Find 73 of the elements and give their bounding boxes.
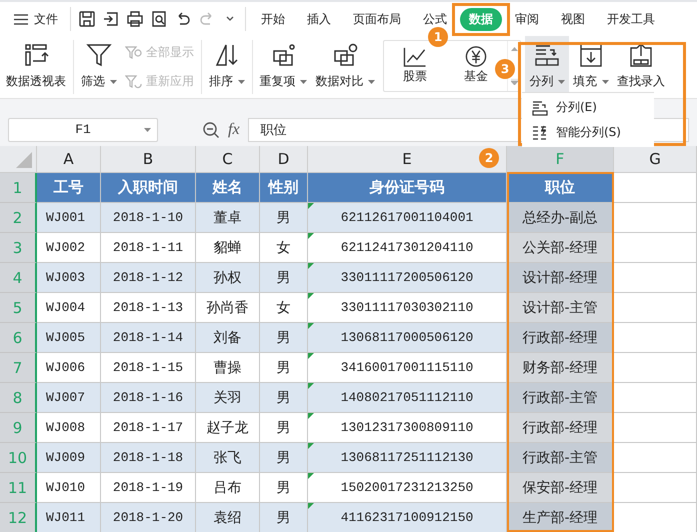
table-cell: WJ005 bbox=[37, 323, 101, 353]
table-cell: 62112617001104001 bbox=[308, 203, 507, 233]
table-cell: 2018-1-10 bbox=[101, 203, 196, 233]
header-cell: 姓名 bbox=[196, 173, 260, 203]
ribbon-tab[interactable]: 开发工具 bbox=[598, 8, 664, 30]
column-header[interactable]: D bbox=[260, 146, 308, 173]
header-cell: 职位 bbox=[507, 173, 614, 203]
data-compare-button[interactable]: 数据对比 bbox=[311, 36, 380, 98]
table-cell: 男 bbox=[260, 263, 308, 293]
table-cell: 公关部-经理 bbox=[507, 233, 614, 263]
table-cell: WJ009 bbox=[37, 443, 101, 473]
table-cell: 男 bbox=[260, 503, 308, 532]
table-cell: 孙权 bbox=[196, 263, 260, 293]
table-cell: 2018-1-16 bbox=[101, 383, 196, 413]
header-cell: 身份证号码 bbox=[308, 173, 507, 203]
fill-button[interactable]: 填充 bbox=[569, 36, 613, 98]
ribbon-tab[interactable]: 视图 bbox=[552, 8, 594, 30]
table-cell: WJ001 bbox=[37, 203, 101, 233]
column-header[interactable]: A bbox=[37, 146, 101, 173]
step-badge: 3 bbox=[495, 59, 515, 79]
table-cell: 行政部-主管 bbox=[507, 383, 614, 413]
table-cell: 男 bbox=[260, 443, 308, 473]
step-badge: 1 bbox=[428, 27, 448, 47]
table-cell: 13068117251112130 bbox=[308, 443, 507, 473]
table-cell: 袁绍 bbox=[196, 503, 260, 532]
table-cell: 行政部-主管 bbox=[507, 443, 614, 473]
column-header[interactable]: B bbox=[101, 146, 196, 173]
header-cell: 工号 bbox=[37, 173, 101, 203]
table-cell: 设计部-主管 bbox=[507, 293, 614, 323]
table-cell: 14080217051112110 bbox=[308, 383, 507, 413]
table-cell: WJ007 bbox=[37, 383, 101, 413]
table-cell: 13068117000506120 bbox=[308, 323, 507, 353]
table-cell: 男 bbox=[260, 203, 308, 233]
ribbon-tab[interactable]: 开始 bbox=[252, 8, 294, 30]
table-cell: 总经办-副总 bbox=[507, 203, 614, 233]
insert-function-button[interactable]: fx bbox=[228, 120, 240, 138]
sort-button[interactable]: 排序 bbox=[204, 36, 249, 98]
table-cell: WJ011 bbox=[37, 503, 101, 532]
table-cell: 2018-1-12 bbox=[101, 263, 196, 293]
table-cell: 保安部-经理 bbox=[507, 473, 614, 503]
name-box[interactable]: F1 bbox=[8, 118, 158, 142]
table-cell: 行政部-经理 bbox=[507, 323, 614, 353]
menu-item[interactable]: 分列(E) bbox=[522, 99, 654, 116]
lookup-entry-button[interactable]: 查找录入 bbox=[612, 36, 669, 98]
table-cell: 张飞 bbox=[196, 443, 260, 473]
table-cell: 设计部-经理 bbox=[507, 263, 614, 293]
column-header[interactable]: G bbox=[614, 146, 697, 173]
filter-button[interactable]: 筛选 bbox=[77, 36, 121, 98]
pivot-table-button[interactable]: 数据透视表 bbox=[2, 36, 70, 98]
header-cell: 性别 bbox=[260, 173, 308, 203]
ribbon-tab[interactable]: 页面布局 bbox=[344, 8, 410, 30]
ribbon-tab[interactable]: 审阅 bbox=[506, 8, 548, 30]
table-cell: 2018-1-20 bbox=[101, 503, 196, 532]
table-cell: 生产部-经理 bbox=[507, 503, 614, 532]
duplicates-button[interactable]: 重复项 bbox=[256, 36, 312, 98]
table-cell: 董卓 bbox=[196, 203, 260, 233]
file-menu-button[interactable]: 文件 bbox=[0, 10, 66, 28]
table-cell: 男 bbox=[260, 323, 308, 353]
table-cell: 2018-1-14 bbox=[101, 323, 196, 353]
table-cell: 行政部-经理 bbox=[507, 413, 614, 443]
table-cell: 刘备 bbox=[196, 323, 260, 353]
table-cell: 2018-1-18 bbox=[101, 443, 196, 473]
header-cell: 入职时间 bbox=[101, 173, 196, 203]
menu-item[interactable]: 智能分列(S) bbox=[522, 124, 654, 141]
table-cell: 男 bbox=[260, 383, 308, 413]
table-cell: 财务部-经理 bbox=[507, 353, 614, 383]
table-cell: 关羽 bbox=[196, 383, 260, 413]
table-cell: WJ003 bbox=[37, 263, 101, 293]
table-cell: 41162317100912150 bbox=[308, 503, 507, 532]
gallery-item[interactable]: 基金 bbox=[458, 41, 493, 91]
table-cell: 33011117200506120 bbox=[308, 263, 507, 293]
ribbon-tab[interactable]: 插入 bbox=[298, 8, 340, 30]
column-header[interactable]: C bbox=[196, 146, 260, 173]
